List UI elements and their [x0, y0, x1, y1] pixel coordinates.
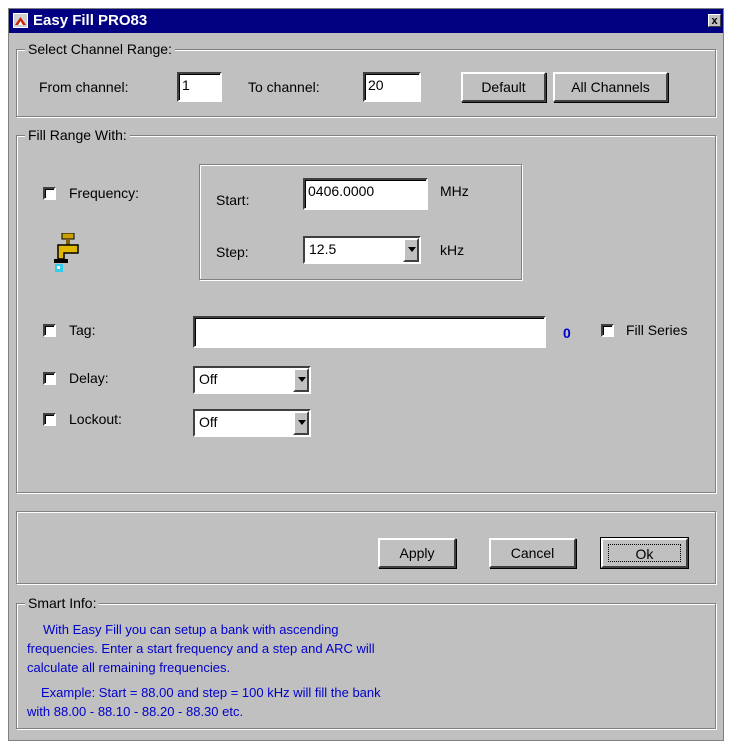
step-select[interactable]: 12.5: [303, 236, 421, 264]
close-icon[interactable]: x: [708, 14, 721, 27]
fill-range-legend: Fill Range With:: [25, 127, 130, 143]
fill-range-group: Fill Range With: Frequency: Start: 0406.…: [16, 127, 716, 493]
default-button[interactable]: Default: [461, 72, 546, 102]
smart-info-line: frequencies. Enter a start frequency and…: [27, 641, 375, 656]
delay-value: Off: [199, 371, 218, 387]
cancel-button[interactable]: Cancel: [489, 538, 576, 568]
smart-info-paragraph-1: With Easy Fill you can setup a bank with…: [27, 620, 375, 677]
lockout-checkbox[interactable]: [43, 413, 56, 426]
faucet-icon: [52, 232, 86, 273]
start-unit-label: MHz: [440, 183, 469, 199]
smart-info-line: calculate all remaining frequencies.: [27, 660, 231, 675]
action-panel: Apply Cancel Ok: [16, 511, 716, 584]
start-label: Start:: [216, 192, 250, 208]
ok-button[interactable]: Ok: [600, 537, 689, 569]
chevron-down-icon[interactable]: [293, 368, 309, 392]
delay-checkbox[interactable]: [43, 372, 56, 385]
app-icon[interactable]: [13, 13, 28, 28]
to-channel-input[interactable]: 20: [363, 72, 421, 102]
delay-select[interactable]: Off: [193, 366, 311, 394]
start-frequency-input[interactable]: 0406.0000: [303, 178, 428, 210]
from-channel-input[interactable]: 1: [177, 72, 222, 102]
apply-button[interactable]: Apply: [378, 538, 456, 568]
tag-char-count: 0: [563, 325, 571, 341]
chevron-down-icon[interactable]: [293, 411, 309, 435]
step-label: Step:: [216, 244, 249, 260]
ok-button-label: Ok: [608, 544, 681, 562]
all-channels-button[interactable]: All Channels: [553, 72, 668, 102]
tag-label: Tag:: [69, 322, 96, 338]
to-channel-label: To channel:: [248, 79, 320, 95]
smart-info-line: With Easy Fill you can setup a bank with…: [43, 622, 339, 637]
from-channel-label: From channel:: [39, 79, 129, 95]
step-value: 12.5: [309, 241, 337, 257]
chevron-down-icon[interactable]: [403, 238, 419, 262]
frequency-settings-frame: Start: 0406.0000 MHz Step: 12.5 kHz: [199, 164, 522, 280]
fill-series-checkbox[interactable]: [601, 324, 614, 337]
smart-info-line: Example: Start = 88.00 and step = 100 kH…: [41, 685, 381, 700]
window-title: Easy Fill PRO83: [33, 12, 148, 29]
frequency-label: Frequency:: [69, 185, 140, 201]
smart-info-paragraph-2: Example: Start = 88.00 and step = 100 kH…: [27, 683, 381, 721]
smart-info-legend: Smart Info:: [25, 595, 100, 611]
smart-info-group: Smart Info: With Easy Fill you can setup…: [16, 595, 716, 729]
channel-range-legend: Select Channel Range:: [25, 41, 175, 57]
lockout-label: Lockout:: [69, 411, 122, 427]
delay-label: Delay:: [69, 370, 109, 386]
tag-input[interactable]: [193, 316, 546, 348]
tag-checkbox[interactable]: [43, 324, 56, 337]
channel-range-group: Select Channel Range: From channel: 1 To…: [16, 41, 716, 117]
step-unit-label: kHz: [440, 242, 465, 258]
lockout-value: Off: [199, 414, 218, 430]
title-bar[interactable]: Easy Fill PRO83 x: [9, 9, 723, 33]
easy-fill-dialog: Easy Fill PRO83 x Select Channel Range: …: [8, 8, 724, 741]
lockout-select[interactable]: Off: [193, 409, 311, 437]
smart-info-line: with 88.00 - 88.10 - 88.20 - 88.30 etc.: [27, 704, 244, 719]
frequency-checkbox[interactable]: [43, 187, 56, 200]
fill-series-label: Fill Series: [626, 322, 688, 338]
